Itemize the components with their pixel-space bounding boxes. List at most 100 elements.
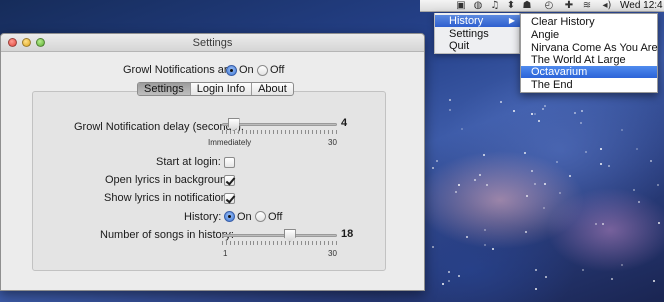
tab-settings[interactable]: Settings	[138, 83, 190, 95]
slider-tick	[245, 130, 247, 134]
songs-min-label: 1	[223, 249, 228, 258]
robot-icon[interactable]: ☗	[521, 0, 533, 12]
slider-tick	[265, 130, 267, 134]
tab-login-info[interactable]: Login Info	[189, 83, 251, 95]
star	[636, 147, 639, 150]
star	[486, 183, 489, 186]
menu-item-quit[interactable]: Quit	[435, 40, 521, 52]
menubar-clock[interactable]: Wed 12:4	[620, 0, 663, 12]
songs-value: 18	[341, 228, 354, 240]
star	[601, 223, 604, 226]
history-on-radio[interactable]	[224, 211, 235, 222]
slider-tick	[320, 130, 322, 134]
slider-tick	[312, 130, 314, 134]
slider-tick	[269, 130, 271, 134]
growl-on-label[interactable]: On	[239, 64, 254, 76]
history-item[interactable]: The World At Large	[521, 54, 657, 66]
history-item[interactable]: Octavarium	[521, 66, 657, 78]
tab-about[interactable]: About	[251, 83, 293, 95]
slider-tick	[292, 130, 294, 134]
slider-tick	[277, 130, 279, 134]
songs-label: Number of songs in history:	[100, 229, 234, 241]
songs-slider-track[interactable]	[222, 234, 337, 237]
songs-max-label: 30	[328, 249, 337, 258]
slider-tick	[316, 130, 318, 134]
slider-tick	[277, 241, 279, 245]
volume-icon[interactable]: ◂)	[601, 0, 613, 12]
slider-tick	[233, 241, 235, 245]
star	[533, 113, 536, 116]
slider-tick	[292, 241, 294, 245]
growl-on-radio[interactable]	[226, 65, 237, 76]
start-login-checkbox[interactable]	[224, 157, 235, 168]
history-item[interactable]: Angie	[521, 29, 657, 41]
star	[649, 159, 652, 162]
history-off-label[interactable]: Off	[268, 211, 282, 223]
slider-tick	[261, 130, 263, 134]
star	[457, 274, 460, 277]
growl-notifications-label: Growl Notifications are:	[123, 64, 237, 76]
star	[621, 263, 624, 266]
slider-tick	[237, 130, 239, 134]
start-login-label: Start at login:	[156, 156, 221, 168]
history-off-radio[interactable]	[255, 211, 266, 222]
slider-tick	[332, 130, 334, 134]
history-submenu: Clear History Angie Nirvana Come As You …	[520, 13, 658, 93]
menu-item-label: Settings	[449, 28, 489, 40]
slider-tick	[253, 241, 255, 245]
slider-tick	[284, 241, 286, 245]
slider-tick	[316, 241, 318, 245]
slider-tick	[233, 130, 235, 134]
slider-tick	[273, 130, 275, 134]
clock-icon[interactable]: ◴	[543, 0, 555, 12]
zoom-button[interactable]	[36, 38, 45, 47]
slider-tick	[300, 241, 302, 245]
history-item[interactable]: Nirvana Come As You Are	[521, 42, 658, 54]
slider-tick	[241, 130, 243, 134]
upload-icon[interactable]: ⬍	[505, 0, 517, 12]
slider-tick	[237, 241, 239, 245]
slider-tick	[222, 130, 223, 134]
growl-off-radio[interactable]	[257, 65, 268, 76]
globe-icon[interactable]: ◍	[472, 0, 484, 12]
history-item[interactable]: Clear History	[521, 16, 657, 28]
slider-tick	[225, 241, 227, 245]
slider-tick	[273, 241, 275, 245]
songs-slider-ticks	[222, 241, 337, 245]
delay-max-label: 30	[328, 138, 337, 147]
growl-off-label[interactable]: Off	[270, 64, 284, 76]
menu-item-history[interactable]: History ▶	[435, 15, 521, 27]
show-lyrics-checkbox[interactable]	[224, 193, 235, 204]
window-title: Settings	[192, 37, 233, 49]
slider-tick	[328, 241, 330, 245]
screen-icon[interactable]: ▣	[455, 0, 467, 12]
star	[441, 282, 444, 285]
star	[533, 182, 536, 185]
title-bar[interactable]: Settings	[1, 34, 424, 52]
wifi-icon[interactable]: ≋	[581, 0, 593, 12]
slider-tick	[265, 241, 267, 245]
open-background-checkbox[interactable]	[224, 175, 235, 186]
star	[431, 166, 434, 169]
slider-tick	[229, 241, 231, 245]
add-icon[interactable]: ✚	[563, 0, 575, 12]
minimize-button[interactable]	[22, 38, 31, 47]
history-item[interactable]: The End	[521, 79, 657, 91]
slider-tick	[308, 130, 310, 134]
star	[457, 183, 460, 186]
close-button[interactable]	[8, 38, 17, 47]
menu-item-settings[interactable]: Settings	[435, 28, 521, 40]
star	[555, 161, 558, 164]
slider-tick	[288, 130, 290, 134]
slider-tick	[241, 241, 243, 245]
slider-tick	[296, 130, 298, 134]
music-note-icon[interactable]: ♫	[489, 0, 501, 12]
star	[656, 184, 659, 187]
slider-tick	[280, 130, 282, 134]
star	[544, 182, 547, 185]
slider-tick	[280, 241, 282, 245]
slider-tick	[257, 241, 259, 245]
history-on-label[interactable]: On	[237, 211, 252, 223]
slider-tick	[222, 241, 223, 245]
slider-tick	[284, 130, 286, 134]
